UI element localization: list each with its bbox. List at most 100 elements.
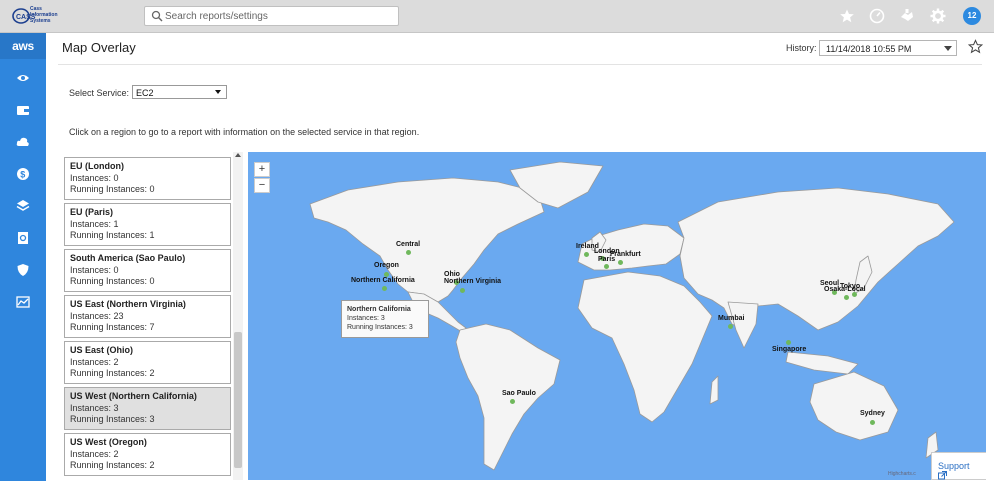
region-name: US West (Oregon): [70, 437, 147, 447]
region-running: Running Instances: 0: [70, 276, 155, 286]
map-tooltip: Northern California Instances: 3 Running…: [341, 300, 429, 338]
layers-icon: [16, 200, 30, 211]
search-input[interactable]: [165, 9, 395, 24]
history-value: 11/14/2018 10:55 PM: [826, 44, 912, 54]
report-icon: [18, 232, 28, 244]
australia: [809, 371, 899, 441]
sidebar-item-aws[interactable]: aws: [0, 33, 46, 59]
sidebar-item-resources[interactable]: [0, 191, 46, 221]
map-label-singapore: Singapore: [772, 346, 807, 353]
handshake-icon[interactable]: [899, 8, 915, 24]
map-marker-northern-california[interactable]: [382, 286, 387, 291]
scrollbar[interactable]: [233, 152, 243, 480]
south-america: [455, 323, 561, 471]
sidebar: aws $: [0, 33, 46, 481]
top-bar: CASS Cass Information Systems 12: [0, 0, 994, 33]
region-name: EU (London): [70, 161, 124, 171]
speedometer-icon[interactable]: [869, 8, 885, 24]
search-icon: [151, 10, 163, 22]
region-card[interactable]: EU (London) Instances: 0 Running Instanc…: [64, 157, 231, 200]
map-marker-paris[interactable]: [604, 264, 609, 269]
map-label-sao-paulo: Sao Paulo: [502, 390, 536, 397]
scrollbar-thumb[interactable]: [234, 332, 242, 468]
region-card[interactable]: US East (Ohio) Instances: 2 Running Inst…: [64, 341, 231, 384]
sidebar-item-reports[interactable]: [0, 223, 46, 253]
region-name: EU (Paris): [70, 207, 114, 217]
sidebar-item-security[interactable]: [0, 255, 46, 285]
sidebar-item-analytics[interactable]: [0, 287, 46, 317]
favorite-star-icon[interactable]: [968, 39, 983, 54]
map-label-ohio: Ohio: [444, 271, 460, 278]
logo-text: Cass Information Systems: [30, 6, 58, 24]
world-map[interactable]: + − Central Oregon Ohio Northern Califor…: [248, 152, 986, 480]
region-list: EU (London) Instances: 0 Running Instanc…: [63, 152, 249, 480]
support-label: Support: [938, 461, 970, 471]
map-marker-sydney[interactable]: [870, 420, 875, 425]
map-marker-osaka-local[interactable]: [844, 295, 849, 300]
map-marker-frankfurt[interactable]: [618, 260, 623, 265]
sidebar-item-cloud[interactable]: [0, 127, 46, 157]
map-label-mumbai: Mumbai: [718, 315, 745, 322]
map-label-osaka-local: Osaka-Local: [824, 286, 866, 293]
region-instances: Instances: 0: [70, 172, 119, 183]
map-label-oregon: Oregon: [374, 262, 399, 269]
region-name: US West (Northern California): [70, 391, 197, 401]
region-running: Running Instances: 1: [70, 230, 155, 240]
svg-text:$: $: [20, 170, 25, 180]
map-marker-ireland[interactable]: [584, 252, 589, 257]
zoom-in-button[interactable]: +: [254, 162, 270, 177]
map-marker-mumbai[interactable]: [728, 324, 733, 329]
region-running: Running Instances: 0: [70, 184, 155, 194]
dollar-icon: $: [17, 168, 29, 180]
tooltip-title: Northern California: [347, 306, 411, 313]
region-name: South America (Sao Paulo): [70, 253, 186, 263]
region-running: Running Instances: 2: [70, 460, 155, 470]
star-icon[interactable]: [839, 8, 855, 24]
page-title: Map Overlay: [62, 40, 136, 55]
gear-icon[interactable]: [930, 8, 946, 24]
region-instances: Instances: 3: [70, 402, 119, 413]
region-card[interactable]: EU (Paris) Instances: 1 Running Instance…: [64, 203, 231, 246]
notification-badge[interactable]: 12: [963, 7, 981, 25]
dropdown-arrow-icon: [215, 90, 221, 94]
sidebar-item-cost[interactable]: $: [0, 159, 46, 189]
map-marker-sao-paulo[interactable]: [510, 399, 515, 404]
map-label-sydney: Sydney: [860, 410, 885, 417]
history-select[interactable]: 11/14/2018 10:55 PM: [819, 40, 957, 56]
map-marker-northern-virginia[interactable]: [460, 288, 465, 293]
region-running: Running Instances: 7: [70, 322, 155, 332]
header-divider: [58, 64, 982, 65]
chevron-down-icon: [944, 46, 952, 51]
chart-icon: [16, 296, 30, 308]
support-button[interactable]: Support: [931, 452, 986, 480]
map-label-paris: Paris: [598, 256, 616, 263]
zoom-out-button[interactable]: −: [254, 178, 270, 193]
sidebar-item-overview[interactable]: [0, 63, 46, 93]
region-card[interactable]: US West (Oregon) Instances: 2 Running In…: [64, 433, 231, 476]
region-card[interactable]: South America (Sao Paulo) Instances: 0 R…: [64, 249, 231, 292]
region-card-selected[interactable]: US West (Northern California) Instances:…: [64, 387, 231, 430]
indonesia: [785, 351, 859, 375]
eye-icon: [17, 75, 29, 81]
region-instances: Instances: 2: [70, 356, 119, 367]
map-marker-central[interactable]: [406, 250, 411, 255]
map-marker-singapore[interactable]: [786, 340, 791, 345]
tooltip-running: Running Instances: 3: [347, 324, 413, 331]
map-credit[interactable]: Highcharts.c: [888, 471, 916, 477]
cloud-icon: [16, 137, 29, 146]
region-instances: Instances: 23: [70, 310, 124, 321]
north-america: [309, 177, 545, 303]
search-box[interactable]: [144, 6, 399, 26]
asia: [677, 187, 955, 331]
madagascar: [709, 375, 719, 405]
sidebar-item-billing[interactable]: [0, 95, 46, 125]
region-card[interactable]: US East (Northern Virginia) Instances: 2…: [64, 295, 231, 338]
scroll-up-arrow-icon[interactable]: [235, 153, 241, 157]
tooltip-instances: Instances: 3: [347, 315, 385, 322]
external-link-icon: [938, 471, 947, 480]
service-select[interactable]: EC2: [132, 85, 227, 99]
shield-icon: [17, 264, 29, 276]
region-instances: Instances: 0: [70, 264, 119, 275]
map-label-northern-virginia: Northern Virginia: [444, 278, 502, 285]
aws-logo: aws: [12, 39, 34, 53]
